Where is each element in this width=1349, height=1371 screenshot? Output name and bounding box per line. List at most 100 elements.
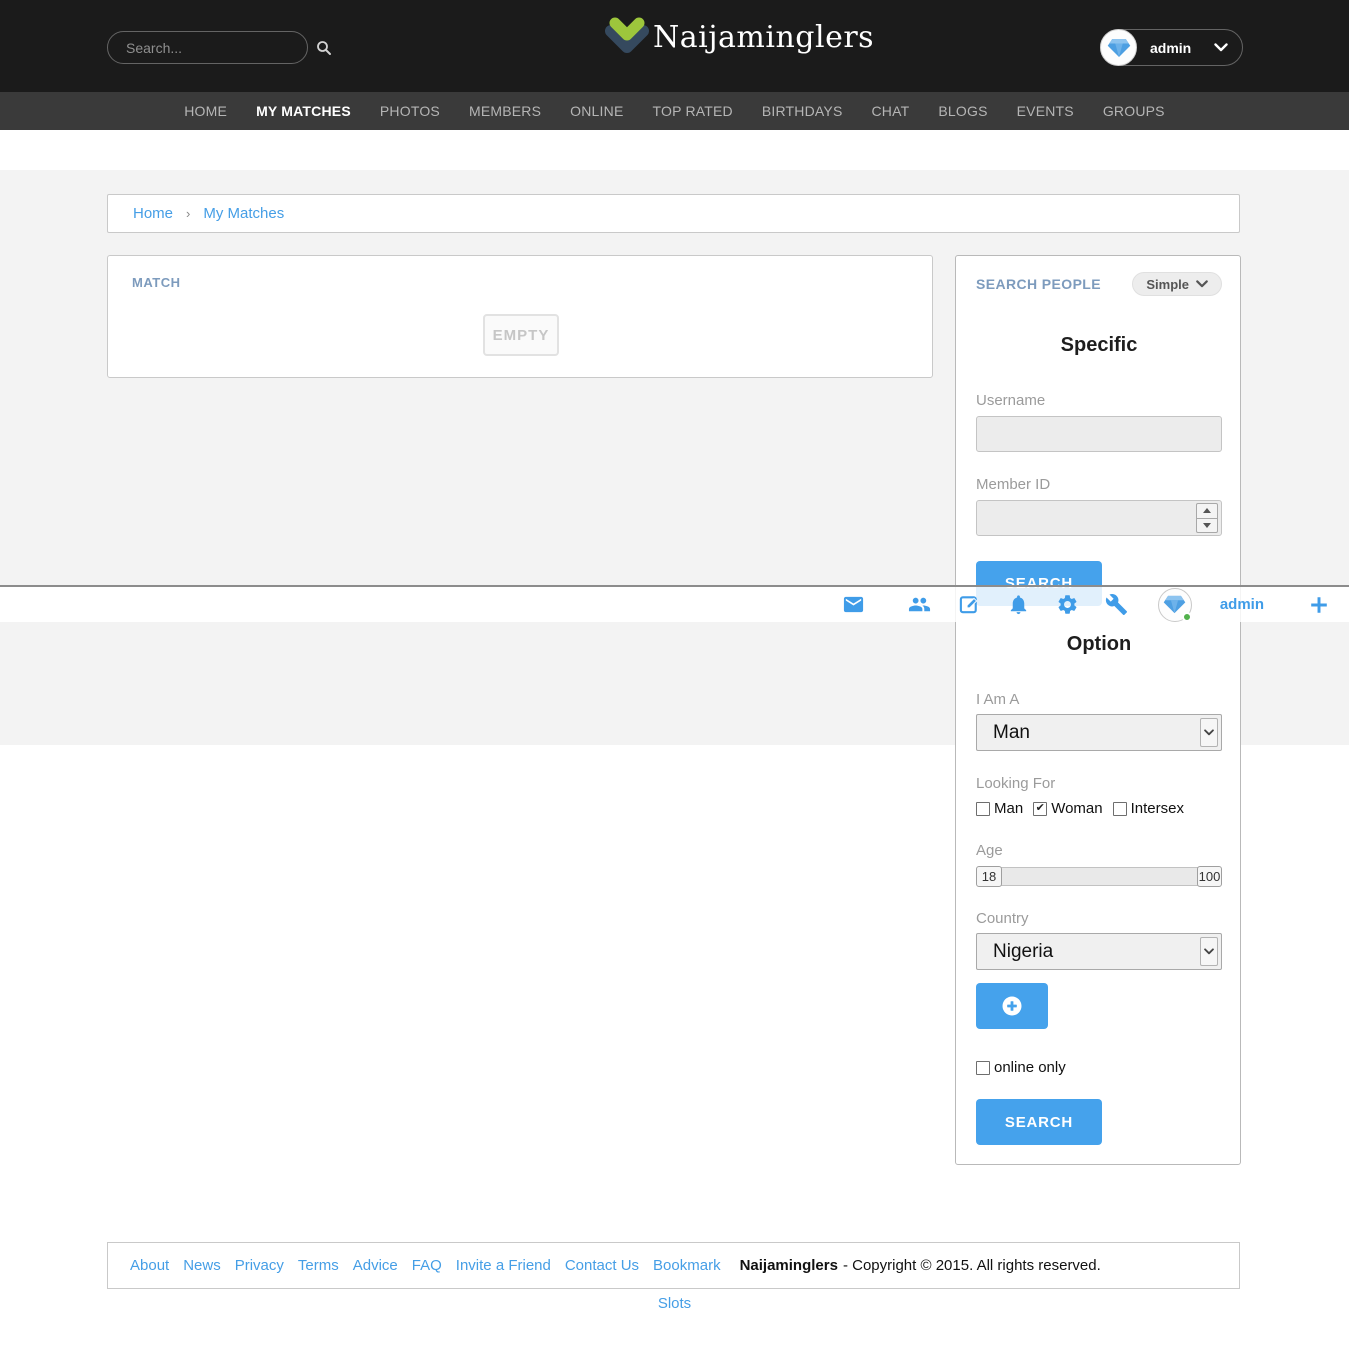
age-min-handle[interactable]: 18 xyxy=(976,866,1002,887)
checkbox-box[interactable] xyxy=(976,1061,990,1075)
users-icon[interactable] xyxy=(907,593,932,616)
avatar xyxy=(1100,29,1137,66)
i-am-a-value: Man xyxy=(993,722,1030,744)
nav-item-home[interactable]: HOME xyxy=(184,103,227,119)
heart-logo-icon xyxy=(604,15,650,59)
footer-link-news[interactable]: News xyxy=(183,1257,221,1274)
specific-heading: Specific xyxy=(956,334,1242,357)
country-select[interactable]: Nigeria xyxy=(976,933,1222,970)
wrench-icon[interactable] xyxy=(1105,593,1128,616)
slots-link[interactable]: Slots xyxy=(658,1295,691,1312)
top-header: Naijaminglers admin xyxy=(0,0,1349,92)
checkbox-intersex[interactable]: Intersex xyxy=(1113,800,1184,817)
plus-icon[interactable] xyxy=(1308,594,1330,616)
online-status-dot xyxy=(1182,612,1192,622)
checkbox-label: Intersex xyxy=(1131,800,1184,817)
nav-item-groups[interactable]: GROUPS xyxy=(1103,103,1165,119)
chevron-down-icon xyxy=(1200,718,1218,747)
nav-item-chat[interactable]: CHAT xyxy=(872,103,910,119)
option-heading: Option xyxy=(956,633,1242,656)
admin-avatar[interactable] xyxy=(1158,588,1192,622)
chevron-down-icon xyxy=(1200,937,1218,966)
breadcrumb-separator: › xyxy=(186,206,190,221)
age-range-slider[interactable]: 18 100 xyxy=(976,867,1222,886)
age-label: Age xyxy=(976,842,1003,859)
online-only-checkbox[interactable]: online only xyxy=(976,1059,1066,1076)
nav-item-blogs[interactable]: BLOGS xyxy=(938,103,987,119)
search-button-bottom[interactable]: SEARCH xyxy=(976,1099,1102,1145)
breadcrumb-current-link[interactable]: My Matches xyxy=(203,205,284,222)
footer-link-invite[interactable]: Invite a Friend xyxy=(456,1257,551,1274)
user-menu[interactable]: admin xyxy=(1100,29,1243,66)
footer-brand: Naijaminglers xyxy=(740,1257,838,1274)
nav-item-birthdays[interactable]: BIRTHDAYS xyxy=(762,103,843,119)
match-panel-title: MATCH xyxy=(132,275,180,290)
footer: About News Privacy Terms Advice FAQ Invi… xyxy=(107,1242,1240,1289)
nav-item-my-matches[interactable]: MY MATCHES xyxy=(256,103,351,119)
member-id-field xyxy=(976,500,1222,536)
footer-link-contact[interactable]: Contact Us xyxy=(565,1257,639,1274)
checkbox-label: Woman xyxy=(1051,800,1102,817)
member-id-label: Member ID xyxy=(976,476,1050,493)
admin-toolbar-username[interactable]: admin xyxy=(1220,596,1264,613)
search-icon[interactable] xyxy=(315,39,333,57)
username-label: Username xyxy=(976,392,1045,409)
checkbox-label: Man xyxy=(994,800,1023,817)
footer-copyright: - Copyright © 2015. All rights reserved. xyxy=(843,1257,1101,1274)
page: Naijaminglers admin HOME MY MATCHES PHOT… xyxy=(0,0,1349,1371)
envelope-icon[interactable] xyxy=(842,593,865,616)
search-input[interactable] xyxy=(108,40,315,56)
match-panel: MATCH EMPTY xyxy=(107,255,933,378)
spinner-down-button[interactable] xyxy=(1197,519,1217,533)
bell-icon[interactable] xyxy=(1007,593,1030,616)
gear-icon[interactable] xyxy=(1056,593,1079,616)
nav-item-top-rated[interactable]: TOP RATED xyxy=(652,103,732,119)
footer-link-about[interactable]: About xyxy=(130,1257,169,1274)
breadcrumb: Home › My Matches xyxy=(107,194,1240,233)
footer-link-bookmark[interactable]: Bookmark xyxy=(653,1257,721,1274)
i-am-a-label: I Am A xyxy=(976,691,1019,708)
checkbox-man[interactable]: Man xyxy=(976,800,1023,817)
search-people-panel: SEARCH PEOPLE Simple Specific Username M… xyxy=(955,255,1241,1165)
footer-link-faq[interactable]: FAQ xyxy=(412,1257,442,1274)
member-id-input[interactable] xyxy=(976,500,1222,536)
main-nav: HOME MY MATCHES PHOTOS MEMBERS ONLINE TO… xyxy=(0,92,1349,130)
header-search xyxy=(107,31,308,64)
search-people-title: SEARCH PEOPLE xyxy=(976,276,1101,292)
nav-item-online[interactable]: ONLINE xyxy=(570,103,623,119)
compose-icon[interactable] xyxy=(958,593,981,616)
looking-for-label: Looking For xyxy=(976,775,1055,792)
chevron-down-icon xyxy=(1196,280,1208,288)
plus-circle-icon xyxy=(1000,994,1024,1018)
search-mode-label: Simple xyxy=(1146,277,1189,292)
footer-link-privacy[interactable]: Privacy xyxy=(235,1257,284,1274)
admin-toolbar: admin xyxy=(0,585,1349,622)
country-value: Nigeria xyxy=(993,941,1053,963)
brand-name: Naijaminglers xyxy=(653,20,874,55)
looking-for-options: Man Woman Intersex xyxy=(976,800,1184,817)
chevron-down-icon xyxy=(1214,43,1228,52)
checkbox-box[interactable] xyxy=(1113,802,1127,816)
search-mode-button[interactable]: Simple xyxy=(1132,272,1222,296)
footer-link-terms[interactable]: Terms xyxy=(298,1257,339,1274)
add-country-button[interactable] xyxy=(976,983,1048,1029)
slots-link-row: Slots xyxy=(0,1295,1349,1313)
brand-logo[interactable]: Naijaminglers xyxy=(604,15,874,59)
spinner-up-button[interactable] xyxy=(1197,504,1217,519)
empty-button[interactable]: EMPTY xyxy=(483,314,559,356)
checkbox-woman[interactable]: Woman xyxy=(1033,800,1102,817)
nav-item-members[interactable]: MEMBERS xyxy=(469,103,541,119)
footer-link-advice[interactable]: Advice xyxy=(353,1257,398,1274)
country-label: Country xyxy=(976,910,1029,927)
nav-item-photos[interactable]: PHOTOS xyxy=(380,103,440,119)
breadcrumb-home-link[interactable]: Home xyxy=(133,205,173,222)
nav-item-events[interactable]: EVENTS xyxy=(1017,103,1074,119)
number-spinner xyxy=(1196,503,1218,533)
online-only-label: online only xyxy=(994,1059,1066,1076)
checkbox-box[interactable] xyxy=(976,802,990,816)
user-name: admin xyxy=(1150,40,1191,56)
age-max-handle[interactable]: 100 xyxy=(1197,866,1222,887)
checkbox-box[interactable] xyxy=(1033,802,1047,816)
username-input[interactable] xyxy=(976,416,1222,452)
i-am-a-select[interactable]: Man xyxy=(976,714,1222,751)
